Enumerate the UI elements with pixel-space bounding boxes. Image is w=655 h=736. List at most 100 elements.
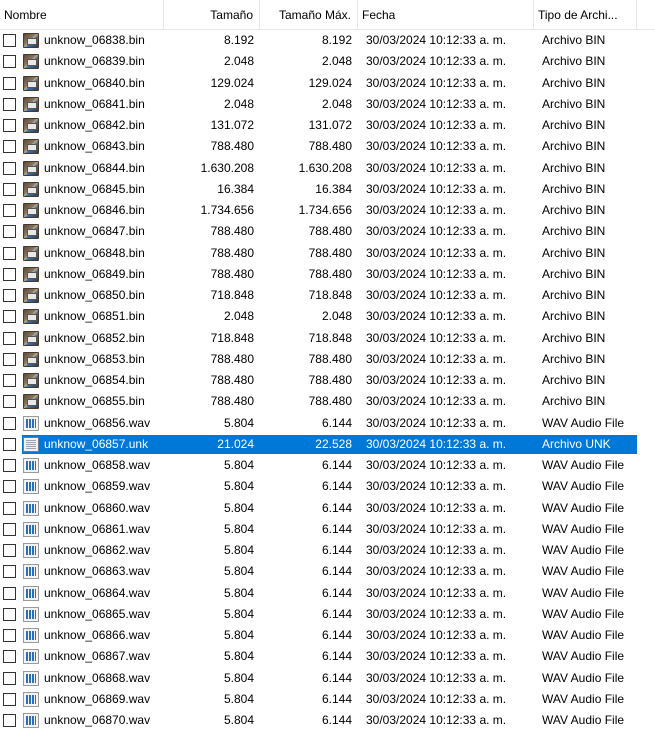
row-checkbox[interactable] — [3, 225, 16, 239]
bin-file-icon — [23, 160, 39, 176]
table-row[interactable]: unknow_06867.wav 5.804 6.144 30/03/2024 10:… — [0, 646, 655, 667]
table-row[interactable]: unknow_06838.bin 8.192 8.192 30/03/2024 10:… — [0, 30, 655, 51]
row-checkbox[interactable] — [3, 395, 16, 409]
row-checkbox[interactable] — [3, 501, 16, 515]
file-type: Archivo BIN — [542, 33, 606, 47]
table-row[interactable]: unknow_06865.wav 5.804 6.144 30/03/2024 10:… — [0, 604, 655, 625]
table-row[interactable]: unknow_06869.wav 5.804 6.144 30/03/2024 10:… — [0, 689, 655, 710]
wav-file-icon — [23, 500, 39, 516]
wav-file-icon — [23, 713, 39, 728]
row-checkbox[interactable] — [3, 650, 16, 664]
row-checkbox[interactable] — [3, 607, 16, 621]
row-checkbox[interactable] — [3, 34, 16, 47]
file-type: Archivo BIN — [542, 330, 606, 345]
table-row[interactable]: unknow_06844.bin 1.630.208 1.630.208 30/03/… — [0, 158, 655, 179]
file-type: Archivo BIN — [542, 54, 606, 69]
table-row[interactable]: unknow_06846.bin 1.734.656 1.734.656 30/03/… — [0, 200, 655, 221]
column-header-name[interactable]: Nombre — [0, 0, 164, 30]
table-row[interactable]: unknow_06843.bin 788.480 788.480 30/03/2024… — [0, 136, 655, 157]
table-row[interactable]: unknow_06856.wav 5.804 6.144 30/03/2024 10:… — [0, 413, 655, 434]
row-checkbox[interactable] — [3, 97, 16, 111]
row-checkbox[interactable] — [3, 310, 16, 324]
file-type: Archivo BIN — [542, 245, 606, 260]
table-row[interactable]: unknow_06868.wav 5.804 6.144 30/03/2024 10:… — [0, 668, 655, 689]
file-size: 788.480 — [210, 224, 254, 239]
row-checkbox[interactable] — [3, 586, 16, 600]
column-header-type[interactable]: Tipo de Archi... — [534, 0, 637, 30]
table-row[interactable]: unknow_06840.bin 129.024 129.024 30/03/2024… — [0, 73, 655, 94]
bin-file-icon — [23, 224, 39, 240]
file-type: Archivo BIN — [542, 118, 606, 132]
table-row[interactable]: unknow_06863.wav 5.804 6.144 30/03/2024 10:… — [0, 561, 655, 582]
column-header-date[interactable]: Fecha — [358, 0, 534, 30]
table-row[interactable]: unknow_06855.bin 788.480 788.480 30/03/2024… — [0, 391, 655, 412]
table-row[interactable]: unknow_06851.bin 2.048 2.048 30/03/2024 10:… — [0, 306, 655, 327]
table-row[interactable]: unknow_06866.wav 5.804 6.144 30/03/2024 10:… — [0, 625, 655, 646]
row-checkbox[interactable] — [3, 267, 16, 281]
file-max-size: 2.048 — [321, 54, 352, 69]
file-size: 5.804 — [223, 670, 254, 685]
row-checkbox[interactable] — [3, 352, 16, 366]
table-row[interactable]: unknow_06848.bin 788.480 788.480 30/03/2024… — [0, 243, 655, 264]
row-checkbox[interactable] — [3, 565, 16, 579]
row-checkbox[interactable] — [3, 204, 16, 217]
table-row[interactable]: unknow_06850.bin 718.848 718.848 30/03/2024… — [0, 285, 655, 306]
table-row[interactable]: unknow_06849.bin 788.480 788.480 30/03/2024… — [0, 264, 655, 285]
file-date: 30/03/2024 10:12:33 a. m. — [366, 713, 507, 727]
row-checkbox[interactable] — [3, 55, 16, 69]
row-checkbox[interactable] — [3, 182, 16, 196]
table-row[interactable]: unknow_06870.wav 5.804 6.144 30/03/2024 10:… — [0, 710, 655, 731]
file-max-size: 6.144 — [321, 628, 352, 642]
table-row[interactable]: unknow_06858.wav 5.804 6.144 30/03/2024 10:… — [0, 455, 655, 476]
row-checkbox[interactable] — [3, 246, 16, 260]
column-header-max-size[interactable]: Tamaño Máx. — [260, 0, 358, 30]
table-row[interactable]: unknow_06859.wav 5.804 6.144 30/03/2024 10:… — [0, 476, 655, 497]
file-name: unknow_06838.bin — [44, 33, 145, 47]
table-row-selected[interactable]: unknow_06857.unk 21.024 22.528 30/03/2024 1… — [0, 434, 655, 455]
table-row[interactable]: unknow_06864.wav 5.804 6.144 30/03/2024 10:… — [0, 583, 655, 604]
row-checkbox[interactable] — [3, 119, 16, 132]
table-row[interactable]: unknow_06841.bin 2.048 2.048 30/03/2024 10:… — [0, 94, 655, 115]
row-checkbox[interactable] — [3, 459, 16, 472]
table-row[interactable]: unknow_06860.wav 5.804 6.144 30/03/2024 10:… — [0, 498, 655, 519]
row-checkbox[interactable] — [3, 522, 16, 536]
row-checkbox[interactable] — [3, 416, 16, 430]
row-checkbox[interactable] — [3, 140, 16, 154]
row-checkbox[interactable] — [3, 289, 16, 302]
wav-file-icon — [23, 670, 39, 686]
file-name: unknow_06843.bin — [44, 139, 145, 154]
table-row[interactable]: unknow_06845.bin 16.384 16.384 30/03/2024 1… — [0, 179, 655, 200]
table-row[interactable]: unknow_06847.bin 788.480 788.480 30/03/2024… — [0, 221, 655, 242]
row-checkbox[interactable] — [3, 161, 16, 175]
row-checkbox[interactable] — [3, 480, 16, 494]
row-checkbox[interactable] — [3, 671, 16, 685]
row-checkbox[interactable] — [3, 692, 16, 706]
file-max-size: 6.144 — [321, 543, 352, 557]
row-checkbox[interactable] — [3, 437, 16, 451]
file-date: 30/03/2024 10:12:33 a. m. — [366, 33, 507, 47]
table-row[interactable]: unknow_06862.wav 5.804 6.144 30/03/2024 10:… — [0, 540, 655, 561]
wav-file-icon — [23, 521, 39, 537]
table-row[interactable]: unknow_06853.bin 788.480 788.480 30/03/2024… — [0, 349, 655, 370]
file-name: unknow_06846.bin — [44, 203, 145, 217]
row-checkbox[interactable] — [3, 714, 16, 727]
file-name: unknow_06847.bin — [44, 224, 145, 239]
row-checkbox[interactable] — [3, 76, 16, 90]
table-row[interactable]: unknow_06861.wav 5.804 6.144 30/03/2024 10:… — [0, 519, 655, 540]
file-size: 5.804 — [223, 564, 254, 579]
row-checkbox[interactable] — [3, 544, 16, 557]
file-list-view[interactable]: Nombre Tamaño Tamaño Máx. Fecha Tipo de … — [0, 0, 655, 736]
wav-file-icon — [23, 458, 39, 473]
table-row[interactable]: unknow_06842.bin 131.072 131.072 30/03/2024… — [0, 115, 655, 136]
row-checkbox[interactable] — [3, 629, 16, 642]
table-row[interactable]: unknow_06839.bin 2.048 2.048 30/03/2024 10:… — [0, 51, 655, 72]
row-checkbox[interactable] — [3, 374, 16, 387]
file-max-size: 16.384 — [315, 181, 352, 196]
column-header-size[interactable]: Tamaño — [164, 0, 260, 30]
file-type: Archivo BIN — [542, 373, 606, 387]
file-date: 30/03/2024 10:12:33 a. m. — [366, 203, 507, 217]
file-name: unknow_06865.wav — [44, 606, 151, 621]
row-checkbox[interactable] — [3, 331, 16, 345]
table-row[interactable]: unknow_06854.bin 788.480 788.480 30/03/2024… — [0, 370, 655, 391]
table-row[interactable]: unknow_06852.bin 718.848 718.848 30/03/2024… — [0, 328, 655, 349]
